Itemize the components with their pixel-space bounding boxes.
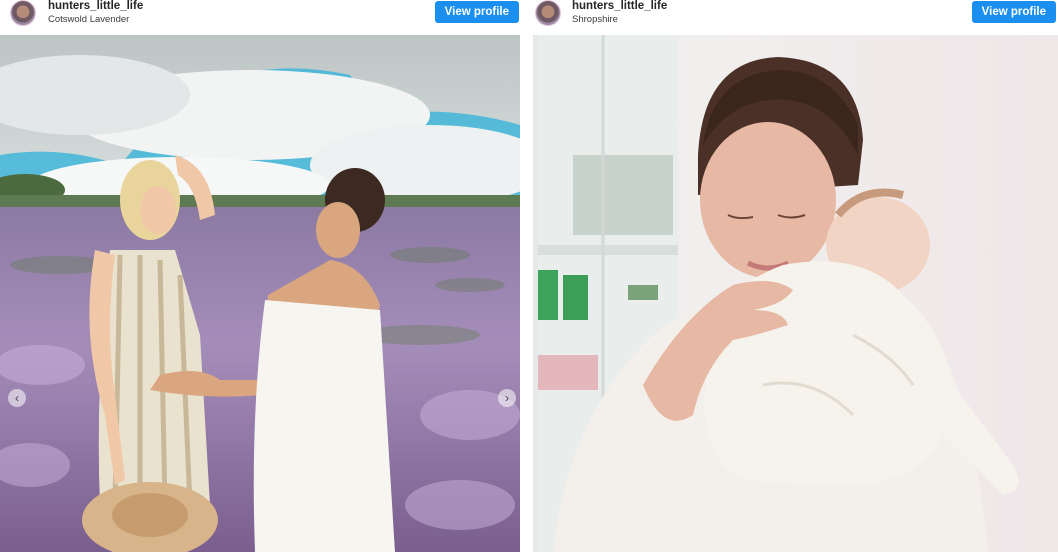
view-profile-button[interactable]: View profile	[434, 1, 519, 23]
avatar[interactable]	[10, 0, 36, 26]
username[interactable]: hunters_little_life	[572, 0, 667, 12]
location-label[interactable]: Cotswold Lavender	[48, 14, 129, 25]
post-header: hunters_little_life Cotswold Lavender Vi…	[0, 0, 520, 34]
carousel-next-icon[interactable]: ›	[498, 389, 516, 407]
post-card-lavender: hunters_little_life Cotswold Lavender Vi…	[0, 0, 520, 552]
location-label[interactable]: Shropshire	[572, 14, 618, 25]
post-card-shropshire: hunters_little_life Shropshire View prof…	[533, 0, 1058, 552]
view-profile-button[interactable]: View profile	[971, 1, 1056, 23]
avatar[interactable]	[535, 0, 561, 26]
post-image-mother-newborn[interactable]	[533, 35, 1058, 552]
carousel-prev-icon[interactable]: ‹	[8, 389, 26, 407]
post-header: hunters_little_life Shropshire View prof…	[533, 0, 1058, 34]
post-image-lavender-field[interactable]: ‹ ›	[0, 35, 520, 552]
username[interactable]: hunters_little_life	[48, 0, 143, 12]
